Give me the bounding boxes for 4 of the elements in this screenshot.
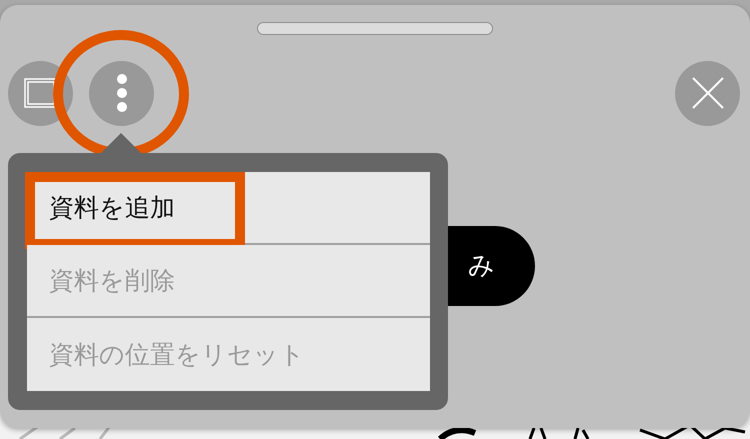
drag-handle[interactable] <box>257 22 493 35</box>
close-icon <box>692 77 724 109</box>
more-icon <box>116 73 128 113</box>
frame-icon <box>24 76 58 110</box>
